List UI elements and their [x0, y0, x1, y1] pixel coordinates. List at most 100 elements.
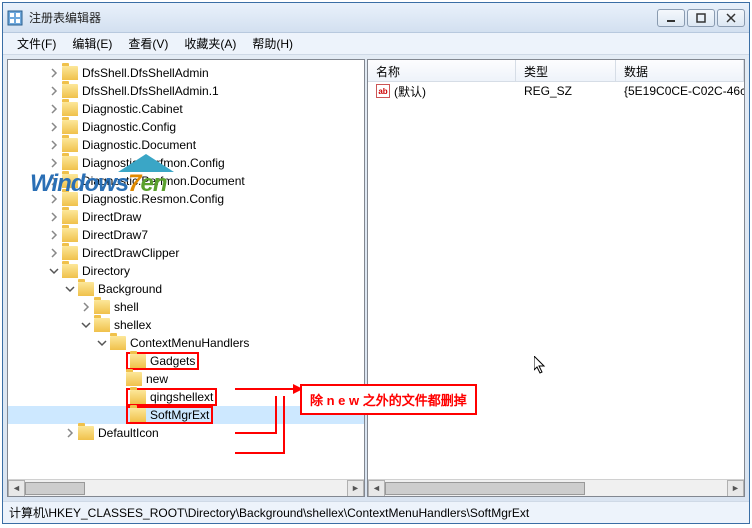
tree-item[interactable]: Diagnostic.Document	[8, 136, 364, 154]
status-path: 计算机\HKEY_CLASSES_ROOT\Directory\Backgrou…	[9, 504, 529, 521]
menu-edit[interactable]: 编辑(E)	[64, 33, 120, 54]
tree-item-label: DirectDraw7	[82, 228, 148, 242]
scroll-thumb[interactable]	[25, 482, 85, 495]
registry-tree: DfsShell.DfsShellAdmin DfsShell.DfsShellA…	[8, 60, 364, 446]
tree-item-label: Diagnostic.Config	[82, 120, 176, 134]
close-button[interactable]	[717, 9, 745, 27]
collapse-icon[interactable]	[96, 337, 108, 349]
minimize-button[interactable]	[657, 9, 685, 27]
tree-item[interactable]: Background	[8, 280, 364, 298]
tree-item[interactable]: shellex	[8, 316, 364, 334]
list-header: 名称 类型 数据	[368, 60, 744, 82]
expand-icon[interactable]	[48, 139, 60, 151]
cell-type: REG_SZ	[516, 83, 616, 99]
string-value-icon: ab	[376, 84, 390, 98]
tree-item[interactable]: shell	[8, 298, 364, 316]
collapse-icon[interactable]	[64, 283, 76, 295]
cell-data: {5E19C0CE-C02C-46c2	[616, 83, 744, 99]
scroll-left-icon[interactable]: ◄	[368, 480, 385, 497]
tree-item[interactable]: qingshellext	[8, 388, 364, 406]
expand-icon[interactable]	[48, 67, 60, 79]
folder-icon	[62, 138, 78, 152]
registry-editor-window: 注册表编辑器 文件(F) 编辑(E) 查看(V) 收藏夹(A) 帮助(H) Df…	[2, 2, 750, 524]
tree-item[interactable]: SoftMgrExt	[8, 406, 364, 424]
window-title: 注册表编辑器	[29, 9, 657, 26]
scroll-right-icon[interactable]: ►	[727, 480, 744, 497]
annotation-arrowhead-icon	[293, 384, 303, 394]
annotation-arrow	[275, 396, 277, 434]
tree-item[interactable]: DirectDraw7	[8, 226, 364, 244]
tree-item[interactable]: DirectDraw	[8, 208, 364, 226]
expand-icon[interactable]	[48, 229, 60, 241]
folder-icon	[78, 282, 94, 296]
expand-icon[interactable]	[48, 247, 60, 259]
expand-icon[interactable]	[48, 175, 60, 187]
tree-item[interactable]: ContextMenuHandlers	[8, 334, 364, 352]
menu-favorites[interactable]: 收藏夹(A)	[176, 33, 244, 54]
titlebar[interactable]: 注册表编辑器	[3, 3, 749, 33]
expand-icon[interactable]	[64, 427, 76, 439]
tree-pane: DfsShell.DfsShellAdmin DfsShell.DfsShellA…	[7, 59, 365, 497]
tree-item[interactable]: Diagnostic.Perfmon.Document	[8, 172, 364, 190]
annotation-arrow	[235, 388, 297, 390]
tree-item-label: Diagnostic.Cabinet	[82, 102, 183, 116]
list-row[interactable]: ab (默认) REG_SZ {5E19C0CE-C02C-46c2	[368, 82, 744, 100]
tree-item[interactable]: Diagnostic.Perfmon.Config	[8, 154, 364, 172]
col-type[interactable]: 类型	[516, 60, 616, 81]
value-name: (默认)	[394, 83, 426, 100]
tree-item[interactable]: DfsShell.DfsShellAdmin.1	[8, 82, 364, 100]
menu-view[interactable]: 查看(V)	[120, 33, 176, 54]
folder-icon	[130, 354, 146, 368]
tree-item[interactable]: DirectDrawClipper	[8, 244, 364, 262]
folder-icon	[110, 336, 126, 350]
tree-item[interactable]: DefaultIcon	[8, 424, 364, 442]
scroll-thumb[interactable]	[385, 482, 585, 495]
tree-item-label: new	[146, 372, 168, 386]
list-body[interactable]: ab (默认) REG_SZ {5E19C0CE-C02C-46c2	[368, 82, 744, 479]
folder-icon	[62, 156, 78, 170]
app-icon	[7, 10, 23, 26]
tree-item-label: DfsShell.DfsShellAdmin	[82, 66, 209, 80]
maximize-button[interactable]	[687, 9, 715, 27]
tree-item[interactable]: Directory	[8, 262, 364, 280]
tree-item[interactable]: Diagnostic.Cabinet	[8, 100, 364, 118]
tree-item[interactable]: Diagnostic.Config	[8, 118, 364, 136]
expand-icon[interactable]	[48, 85, 60, 97]
tree-item[interactable]: Diagnostic.Resmon.Config	[8, 190, 364, 208]
collapse-icon[interactable]	[48, 265, 60, 277]
folder-icon	[94, 318, 110, 332]
tree-item-label: SoftMgrExt	[150, 408, 209, 422]
folder-icon	[62, 192, 78, 206]
tree-item-label: Diagnostic.Resmon.Config	[82, 192, 224, 206]
expand-icon[interactable]	[48, 103, 60, 115]
tree-item-label: DefaultIcon	[98, 426, 159, 440]
tree-item[interactable]: Gadgets	[8, 352, 364, 370]
scroll-left-icon[interactable]: ◄	[8, 480, 25, 497]
annotation-arrow	[235, 432, 277, 434]
annotation-arrow	[235, 452, 285, 454]
expand-icon[interactable]	[48, 193, 60, 205]
values-pane: 名称 类型 数据 ab (默认) REG_SZ {5E19C0CE-C02C-4…	[367, 59, 745, 497]
tree-item-label: Directory	[82, 264, 130, 278]
tree-hscrollbar[interactable]: ◄ ►	[8, 479, 364, 496]
collapse-icon[interactable]	[80, 319, 92, 331]
tree-item[interactable]: new	[8, 370, 364, 388]
folder-icon	[62, 246, 78, 260]
tree-item-label: Diagnostic.Perfmon.Document	[82, 174, 245, 188]
tree-scroll[interactable]: DfsShell.DfsShellAdmin DfsShell.DfsShellA…	[8, 60, 364, 479]
col-data[interactable]: 数据	[616, 60, 744, 81]
expand-icon[interactable]	[48, 211, 60, 223]
list-hscrollbar[interactable]: ◄ ►	[368, 479, 744, 496]
menu-file[interactable]: 文件(F)	[9, 33, 64, 54]
tree-item-label: DfsShell.DfsShellAdmin.1	[82, 84, 219, 98]
scroll-right-icon[interactable]: ►	[347, 480, 364, 497]
tree-item[interactable]: DfsShell.DfsShellAdmin	[8, 64, 364, 82]
tree-item-label: ContextMenuHandlers	[130, 336, 249, 350]
expand-icon[interactable]	[48, 157, 60, 169]
expand-icon[interactable]	[48, 121, 60, 133]
expand-icon[interactable]	[80, 301, 92, 313]
menu-help[interactable]: 帮助(H)	[244, 33, 301, 54]
col-name[interactable]: 名称	[368, 60, 516, 81]
tree-item-label: Gadgets	[150, 354, 195, 368]
menubar: 文件(F) 编辑(E) 查看(V) 收藏夹(A) 帮助(H)	[3, 33, 749, 55]
